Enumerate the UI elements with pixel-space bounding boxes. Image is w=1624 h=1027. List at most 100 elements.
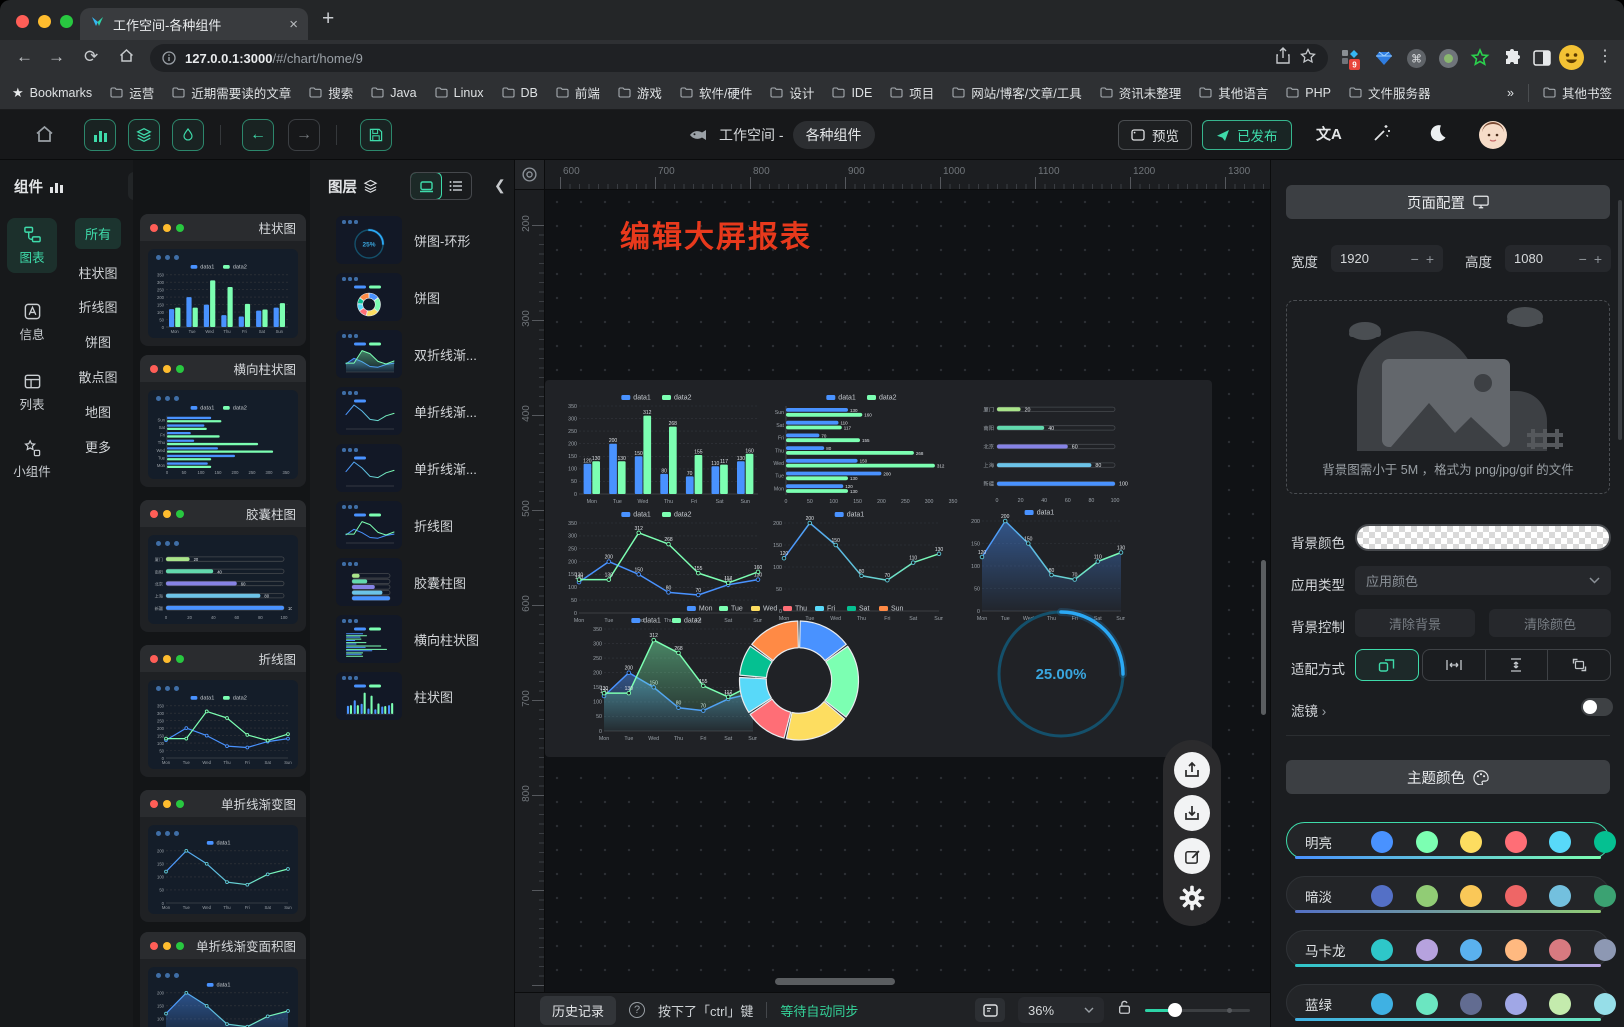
bookmark-folder[interactable]: 游戏: [618, 83, 662, 102]
horizontal-scrollbar[interactable]: [775, 978, 895, 985]
import-icon[interactable]: [1174, 795, 1210, 831]
layer-row[interactable]: 单折线渐...: [310, 440, 515, 497]
lock-icon[interactable]: [1117, 999, 1132, 1021]
layer-row[interactable]: 横向柱状图: [310, 611, 515, 668]
tab-close-icon[interactable]: ×: [289, 16, 298, 33]
layers-mode-button[interactable]: [128, 119, 160, 151]
canvas-text-component[interactable]: 编辑大屏报表: [620, 212, 812, 256]
bookmark-folder[interactable]: 搜索: [309, 83, 353, 102]
component-card[interactable]: 柱状图 data1data2050100150200250300350MonTu…: [140, 214, 306, 346]
save-button[interactable]: [360, 119, 392, 151]
canvas-grid[interactable]: 编辑大屏报表 data1data2050100150200250300350Mo…: [545, 190, 1270, 992]
bg-color-swatch[interactable]: [1355, 524, 1611, 551]
bookmark-folder[interactable]: Java: [371, 83, 416, 102]
component-card[interactable]: 单折线渐变面积图 data1050100150200MonTueWedThuFr…: [140, 932, 306, 1027]
sidebar-item-0[interactable]: 图表: [7, 218, 57, 273]
magic-wand-icon[interactable]: [1372, 123, 1392, 147]
category-3[interactable]: 饼图: [64, 332, 132, 351]
reload-icon[interactable]: ⟳: [84, 47, 98, 67]
component-card[interactable]: 横向柱状图 data1data2050100150200250300350Sun…: [140, 355, 306, 487]
layer-row[interactable]: 单折线渐...: [310, 383, 515, 440]
list-view-toggle[interactable]: [441, 173, 471, 199]
fit-scale-button[interactable]: [1355, 649, 1419, 681]
bookmark-folder[interactable]: 资讯未整理: [1100, 83, 1182, 102]
theme-row-1[interactable]: 暗淡: [1286, 876, 1610, 913]
fit-width-button[interactable]: [1422, 649, 1486, 681]
theme-row-0[interactable]: 明亮: [1286, 822, 1610, 859]
width-minus-button[interactable]: −: [1411, 251, 1419, 267]
back-icon[interactable]: ←: [16, 47, 33, 67]
bar-chart-component[interactable]: data1data2050100150200250300350MonTueWed…: [562, 393, 762, 505]
background-upload-dropzone[interactable]: 背景图需小于 5M ，格式为 png/jpg/gif 的文件: [1286, 300, 1610, 494]
theme-row-3[interactable]: 蓝绿: [1286, 984, 1610, 1021]
width-plus-button[interactable]: +: [1426, 251, 1434, 267]
browser-menu-icon[interactable]: ⋮: [1597, 46, 1613, 66]
layer-row[interactable]: 双折线渐...: [310, 326, 515, 383]
share-icon[interactable]: [1275, 47, 1291, 70]
width-stepper[interactable]: 1920 − +: [1331, 245, 1443, 272]
zoom-slider[interactable]: [1145, 1003, 1250, 1017]
settings-gear-icon[interactable]: [1174, 880, 1210, 916]
star-extension-icon[interactable]: [1470, 48, 1490, 73]
edit-icon[interactable]: [1174, 838, 1210, 874]
layer-row[interactable]: 折线图: [310, 497, 515, 554]
ruler-corner[interactable]: [515, 160, 545, 190]
extension-badge-icon[interactable]: 9: [1340, 48, 1362, 75]
traffic-zoom-button[interactable]: [60, 15, 73, 28]
bookmark-folder[interactable]: 前端: [556, 83, 600, 102]
app-home-icon[interactable]: [34, 124, 55, 150]
layer-row[interactable]: 胶囊柱图: [310, 554, 515, 611]
category-5[interactable]: 地图: [64, 402, 132, 421]
dot-extension-icon[interactable]: [1438, 48, 1459, 74]
gem-extension-icon[interactable]: [1374, 48, 1394, 73]
sidebar-icon[interactable]: [1532, 48, 1552, 73]
undo-button[interactable]: ←: [242, 119, 274, 151]
bookmark-folder[interactable]: 其他语言: [1199, 83, 1268, 102]
user-avatar[interactable]: [1478, 120, 1508, 155]
help-icon[interactable]: ?: [629, 1002, 645, 1018]
bookmark-star-icon[interactable]: [1300, 48, 1316, 69]
traffic-minimize-button[interactable]: [38, 15, 51, 28]
layer-row[interactable]: 柱状图: [310, 668, 515, 725]
component-card[interactable]: 折线图 data1data2050100150200250300350MonTu…: [140, 645, 306, 777]
ring-progress-component[interactable]: 25.00%: [991, 600, 1131, 748]
component-card[interactable]: 单折线渐变图 data1050100150200MonTueWedThuFriS…: [140, 790, 306, 922]
category-2[interactable]: 折线图: [64, 297, 132, 316]
translate-icon[interactable]: 文A: [1316, 123, 1342, 144]
category-1[interactable]: 柱状图: [64, 263, 132, 282]
bookmark-folder[interactable]: 运营: [110, 83, 154, 102]
zoom-select[interactable]: 36%: [1018, 997, 1104, 1023]
theme-mode-button[interactable]: [172, 119, 204, 151]
history-button[interactable]: 历史记录: [540, 996, 616, 1025]
bookmark-folder[interactable]: 网站/博客/文章/工具: [952, 83, 1081, 102]
publish-button[interactable]: 已发布: [1202, 120, 1292, 150]
bookmark-folder[interactable]: 文件服务器: [1349, 83, 1431, 102]
bookmark-folder[interactable]: Linux: [435, 83, 484, 102]
capsule-chart-component[interactable]: 厦门20南阳40北京60上海80新疆100020406080100: [975, 396, 1133, 504]
height-plus-button[interactable]: +: [1594, 251, 1602, 267]
fit-stretch-button[interactable]: [1548, 649, 1611, 681]
category-4[interactable]: 散点图: [64, 367, 132, 386]
url-bar[interactable]: 127.0.0.1:3000/#/chart/home/9: [150, 44, 1328, 72]
other-bookmarks-folder[interactable]: 其他书签: [1543, 83, 1612, 102]
traffic-close-button[interactable]: [16, 15, 29, 28]
settings-scrollbar[interactable]: [1618, 200, 1622, 440]
dark-mode-moon-icon[interactable]: [1428, 123, 1448, 147]
redo-button[interactable]: →: [288, 119, 320, 151]
height-minus-button[interactable]: −: [1579, 251, 1587, 267]
clear-color-button[interactable]: 清除颜色: [1489, 609, 1611, 637]
collapse-panel-icon[interactable]: ❮: [494, 177, 506, 194]
category-0[interactable]: 所有: [75, 218, 121, 249]
bookmark-folder[interactable]: IDE: [832, 83, 872, 102]
browser-tab[interactable]: 工作空间-各种组件 ×: [80, 8, 308, 40]
sidebar-item-2[interactable]: 列表: [7, 365, 57, 420]
bookmark-folder[interactable]: 项目: [890, 83, 934, 102]
preview-button[interactable]: 预览: [1118, 120, 1192, 150]
home-icon[interactable]: [118, 47, 135, 69]
filter-toggle[interactable]: [1581, 698, 1613, 716]
zoom-slider-knob[interactable]: [1168, 1003, 1182, 1017]
info-icon[interactable]: [162, 51, 176, 65]
layer-row[interactable]: 25% 饼图-环形: [310, 212, 515, 269]
component-card[interactable]: 胶囊柱图 厦门20南阳40北京60上海80新疆100020406080100: [140, 500, 306, 632]
bookmark-folder[interactable]: DB: [502, 83, 538, 102]
